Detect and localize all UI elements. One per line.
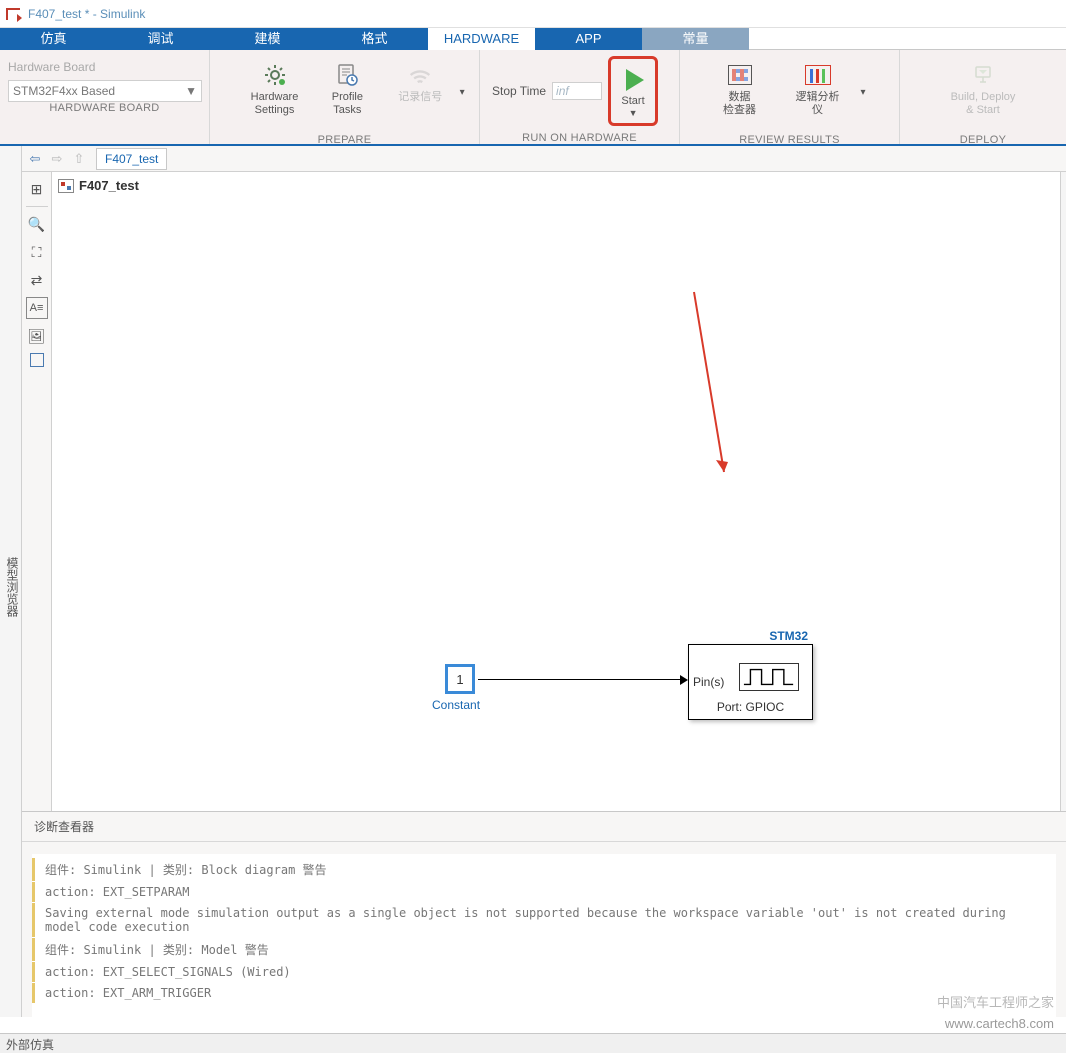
play-icon xyxy=(619,65,647,93)
stm32-block[interactable]: STM32 Pin(s) Port: GPIOC xyxy=(688,644,813,720)
square-wave-icon xyxy=(739,663,799,691)
stm32-port-label: Port: GPIOC xyxy=(689,700,812,714)
signal-wire[interactable] xyxy=(478,679,684,680)
nav-up-icon[interactable]: ⇧ xyxy=(70,150,88,168)
constant-block[interactable]: 1 xyxy=(445,664,475,694)
hardware-board-label: Hardware Board xyxy=(8,60,202,74)
chevron-down-icon: ▼ xyxy=(185,84,197,98)
zoom-button[interactable]: 🔍 xyxy=(26,213,48,235)
gear-icon xyxy=(261,61,289,89)
tab-format[interactable]: 格式 xyxy=(321,28,428,50)
watermark-url: www.cartech8.com xyxy=(945,1016,1054,1031)
hide-browser-button[interactable]: ⊞ xyxy=(26,178,48,200)
chart-icon xyxy=(726,61,754,89)
tab-model[interactable]: 建模 xyxy=(214,28,321,50)
diag-row: 组件: Simulink | 类别: Block diagram 警告 xyxy=(32,858,1056,881)
model-title: F407_test xyxy=(58,178,139,193)
navbar: ⇦ ⇨ ⇧ F407_test xyxy=(22,146,1066,172)
diagnostics-body[interactable]: 组件: Simulink | 类别: Block diagram 警告 acti… xyxy=(32,854,1056,1017)
titlebar: F407_test * - Simulink xyxy=(0,0,1066,28)
annotation-arrow-icon xyxy=(684,292,764,495)
hardware-board-select[interactable]: STM32F4xx Based ▼ xyxy=(8,80,202,102)
document-clock-icon xyxy=(333,61,361,89)
logic-icon xyxy=(804,61,832,89)
breadcrumb[interactable]: F407_test xyxy=(96,148,167,170)
section-review: REVIEW RESULTS xyxy=(680,134,899,146)
diagnostics-panel: 诊断查看器 组件: Simulink | 类别: Block diagram 警… xyxy=(22,811,1066,1017)
section-run: RUN ON HARDWARE xyxy=(480,132,679,144)
prepare-menu-dropdown[interactable]: ▾ xyxy=(460,56,473,128)
review-menu-dropdown[interactable]: ▾ xyxy=(861,56,875,128)
diag-row: 组件: Simulink | 类别: Model 警告 xyxy=(32,938,1056,961)
annotations-button[interactable]: A≡ xyxy=(26,297,48,319)
wifi-icon xyxy=(406,61,434,89)
routing-button[interactable]: ⇄ xyxy=(26,269,48,291)
model-icon xyxy=(58,179,74,193)
hardware-board-group: Hardware Board STM32F4xx Based ▼ xyxy=(0,50,210,102)
diagnostics-title: 诊断查看器 xyxy=(22,812,1066,842)
data-inspector-button[interactable]: 数据 检查器 xyxy=(705,56,775,128)
status-text: 外部仿真 xyxy=(6,1038,54,1052)
diag-row: action: EXT_SELECT_SIGNALS (Wired) xyxy=(32,962,1056,982)
tab-debug[interactable]: 调试 xyxy=(107,28,214,50)
stm32-pins-label: Pin(s) xyxy=(693,675,724,689)
stop-time-label: Stop Time xyxy=(492,84,546,98)
chevron-down-icon: ▼ xyxy=(629,108,638,118)
tab-app[interactable]: APP xyxy=(535,28,642,50)
ribbon-body: Hardware Board STM32F4xx Based ▼ HARDWAR… xyxy=(0,50,1066,146)
section-prepare: PREPARE xyxy=(210,134,479,146)
profile-tasks-button[interactable]: Profile Tasks xyxy=(314,56,381,128)
section-hwboard: HARDWARE BOARD xyxy=(0,102,209,120)
constant-block-label: Constant xyxy=(432,698,480,712)
area-button[interactable] xyxy=(30,353,44,367)
simulink-icon xyxy=(6,6,22,22)
tab-sim[interactable]: 仿真 xyxy=(0,28,107,50)
tab-const[interactable]: 常量 xyxy=(642,28,749,50)
window-title: F407_test * - Simulink xyxy=(28,7,145,21)
arrow-icon xyxy=(680,675,688,685)
record-signals-button[interactable]: 记录信号 xyxy=(387,56,454,128)
status-bar: 外部仿真 xyxy=(0,1033,1066,1053)
hardware-settings-button[interactable]: Hardware Settings xyxy=(241,56,308,128)
diag-row: action: EXT_SETPARAM xyxy=(32,882,1056,902)
stm32-block-title: STM32 xyxy=(769,629,808,643)
start-button[interactable]: Start ▼ xyxy=(612,60,654,122)
deploy-icon xyxy=(969,61,997,89)
section-deploy: DEPLOY xyxy=(900,134,1066,146)
diag-row: action: EXT_ARM_TRIGGER xyxy=(32,983,1056,1003)
diag-row: Saving external mode simulation output a… xyxy=(32,903,1056,937)
logic-analyzer-button[interactable]: 逻辑分析 仪 xyxy=(783,56,853,128)
ribbon-tabs: 仿真 调试 建模 格式 HARDWARE APP 常量 xyxy=(0,28,1066,50)
stop-time-input[interactable] xyxy=(552,82,602,100)
workspace: 模型浏览器 ⇦ ⇨ ⇧ F407_test ⊞ 🔍 ⛶ ⇄ A≡ 🖼 📷 📋 » xyxy=(0,146,1066,1017)
model-browser-strip[interactable]: 模型浏览器 xyxy=(0,146,22,1017)
fit-button[interactable]: ⛶ xyxy=(26,241,48,263)
image-button[interactable]: 🖼 xyxy=(26,325,48,347)
nav-back-icon[interactable]: ⇦ xyxy=(26,150,44,168)
tab-hardware[interactable]: HARDWARE xyxy=(428,28,535,50)
build-deploy-button[interactable]: Build, Deploy & Start xyxy=(938,56,1028,128)
nav-forward-icon[interactable]: ⇨ xyxy=(48,150,66,168)
